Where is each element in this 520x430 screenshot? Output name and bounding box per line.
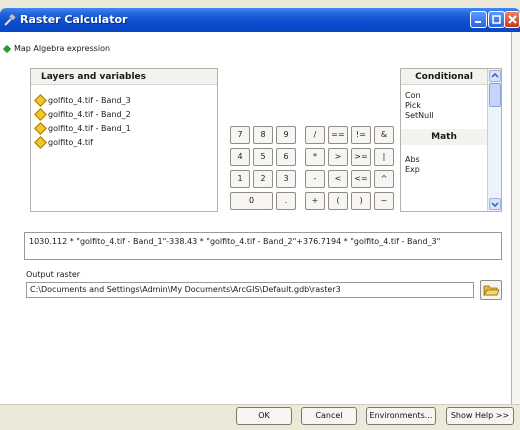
layer-item[interactable]: golfito_4.tif - Band_3 [35,93,131,107]
key-divide[interactable]: / [305,126,325,144]
expression-input[interactable]: 1030.112 * "golfito_4.tif - Band_1"-338.… [24,232,502,260]
dialog-scrollbar[interactable] [512,32,520,404]
key-equal[interactable]: == [328,126,348,144]
key-not-equal[interactable]: != [351,126,371,144]
key-0[interactable]: 0 [230,192,273,210]
raster-layer-icon [35,137,45,147]
open-folder-icon [483,285,500,296]
layer-label: golfito_4.tif - Band_3 [48,95,131,105]
key-3[interactable]: 3 [276,170,296,188]
maximize-button[interactable] [488,11,505,28]
output-raster-field[interactable]: C:\Documents and Settings\Admin\My Docum… [26,282,474,298]
show-help-button[interactable]: Show Help >> [446,407,514,425]
key-close-paren[interactable]: ) [351,192,371,210]
output-raster-label: Output raster [26,270,81,279]
key-8[interactable]: 8 [253,126,273,144]
raster-calculator-window: Raster Calculator Map Algebra expression… [0,0,520,430]
expression-section-label: Map Algebra expression [14,44,111,53]
tool-exp[interactable]: Exp [405,165,420,175]
key-xor[interactable]: ^ [374,170,394,188]
key-6[interactable]: 6 [276,148,296,166]
minimize-button[interactable] [470,11,487,28]
key-less-equal[interactable]: <= [351,170,371,188]
expand-indicator-icon [2,44,12,53]
key-or[interactable]: | [374,148,394,166]
layer-label: golfito_4.tif - Band_1 [48,123,131,133]
key-plus[interactable]: + [305,192,325,210]
key-minus[interactable]: - [305,170,325,188]
layer-item[interactable]: golfito_4.tif [35,135,131,149]
tools-panel: Conditional Con Pick SetNull Math Abs Ex… [400,68,502,212]
key-open-paren[interactable]: ( [328,192,348,210]
key-5[interactable]: 5 [253,148,273,166]
tools-scrollbar[interactable] [487,69,501,211]
tool-setnull[interactable]: SetNull [405,111,434,121]
dialog-content: Map Algebra expression Layers and variab… [0,32,512,404]
scroll-thumb[interactable] [489,83,501,107]
tool-con[interactable]: Con [405,91,434,101]
key-9[interactable]: 9 [276,126,296,144]
key-2[interactable]: 2 [253,170,273,188]
title-bar[interactable]: Raster Calculator [0,8,520,32]
raster-layer-icon [35,123,45,133]
expression-section-header[interactable]: Map Algebra expression [2,44,111,53]
key-multiply[interactable]: * [305,148,325,166]
scroll-up-arrow-icon[interactable] [489,70,501,82]
raster-layer-icon [35,95,45,105]
key-not[interactable]: ~ [374,192,394,210]
layer-label: golfito_4.tif [48,137,94,147]
key-less[interactable]: < [328,170,348,188]
math-header: Math [401,129,487,145]
cancel-button[interactable]: Cancel [301,407,357,425]
tool-abs[interactable]: Abs [405,155,420,165]
scroll-down-arrow-icon[interactable] [489,198,501,210]
hammer-icon [4,13,16,26]
key-greater-equal[interactable]: >= [351,148,371,166]
conditional-header: Conditional [401,69,487,85]
close-button[interactable] [504,11,520,28]
layer-label: golfito_4.tif - Band_2 [48,109,131,119]
ok-button[interactable]: OK [236,407,292,425]
layers-variables-panel: Layers and variables golfito_4.tif - Ban… [30,68,218,212]
tool-pick[interactable]: Pick [405,101,434,111]
layer-item[interactable]: golfito_4.tif - Band_2 [35,107,131,121]
key-decimal[interactable]: . [276,192,296,210]
key-and[interactable]: & [374,126,394,144]
key-1[interactable]: 1 [230,170,250,188]
key-greater[interactable]: > [328,148,348,166]
environments-button[interactable]: Environments... [366,407,436,425]
window-title: Raster Calculator [20,13,128,26]
layer-item[interactable]: golfito_4.tif - Band_1 [35,121,131,135]
key-4[interactable]: 4 [230,148,250,166]
layers-panel-header: Layers and variables [31,69,217,85]
browse-folder-button[interactable] [480,280,502,300]
key-7[interactable]: 7 [230,126,250,144]
raster-layer-icon [35,109,45,119]
dialog-footer: OK Cancel Environments... Show Help >> [0,404,520,430]
